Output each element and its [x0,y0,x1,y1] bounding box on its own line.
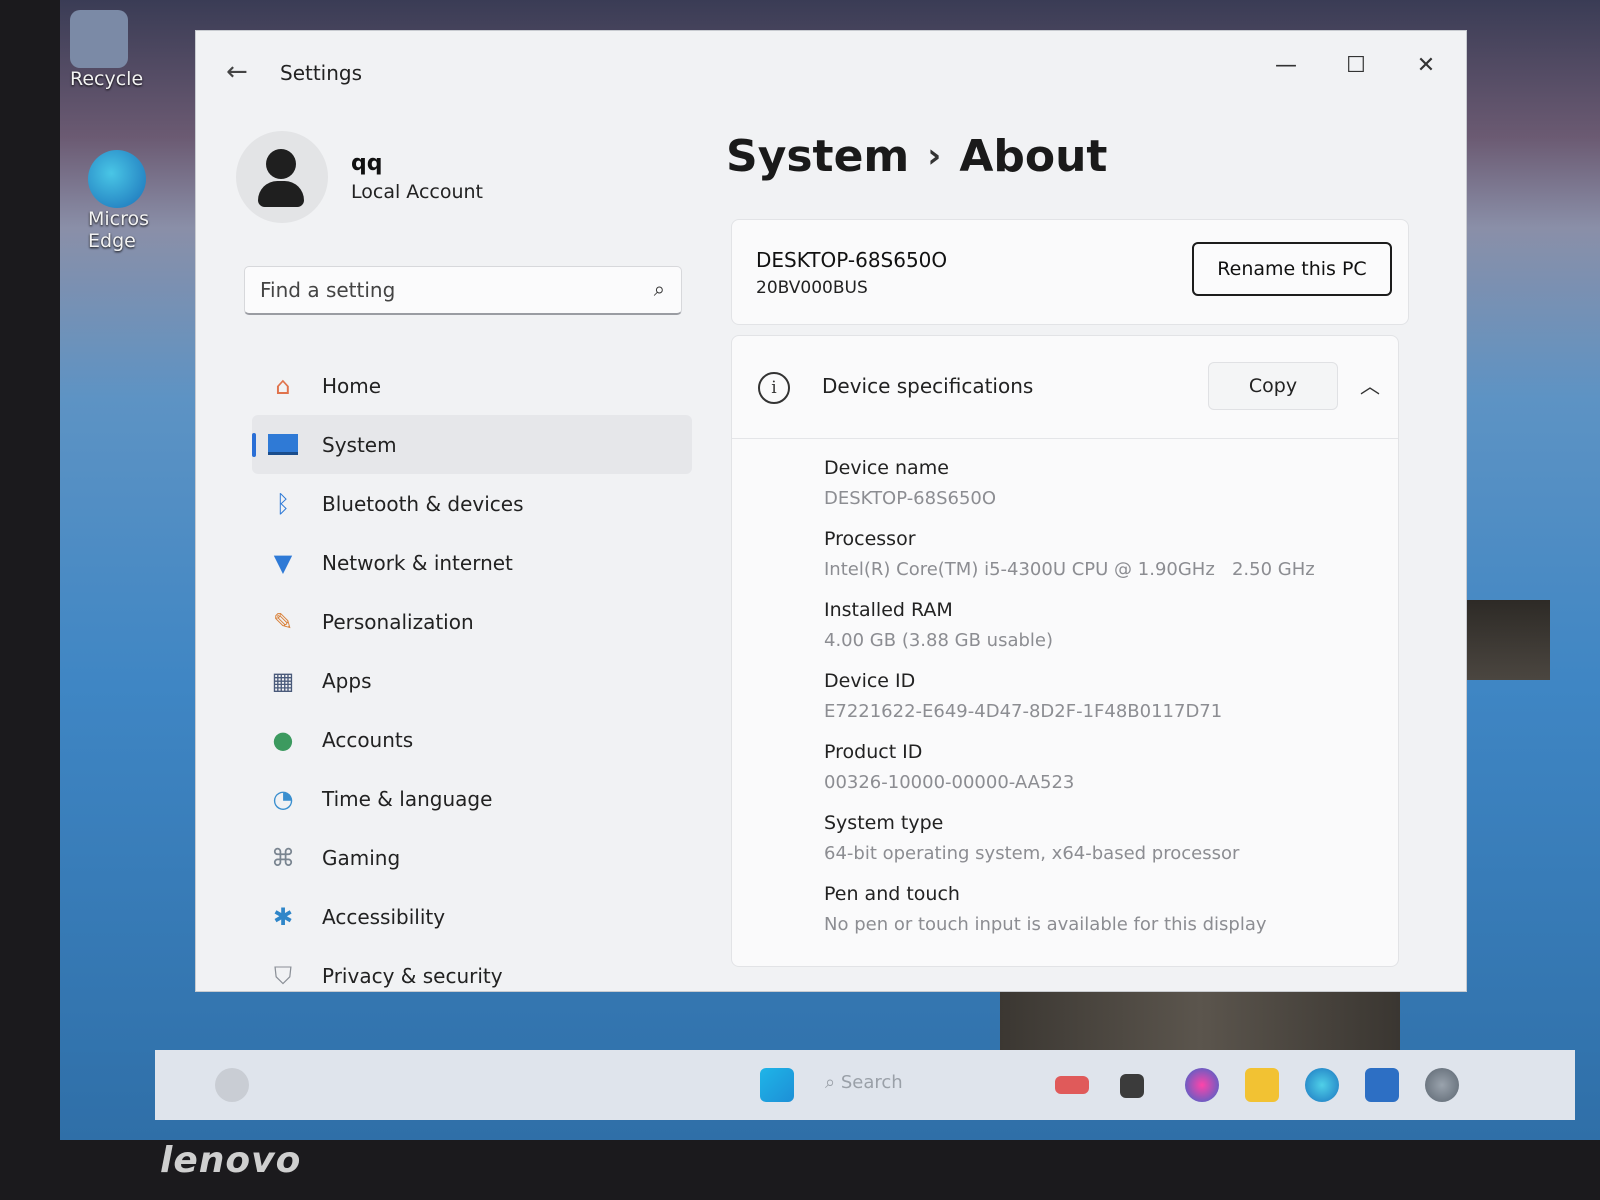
spec-key: Device name [824,457,949,479]
globe-clock-icon: ◔ [272,784,294,813]
sidebar-item-apps[interactable]: ▦ Apps [252,651,692,710]
account-type: Local Account [351,181,483,203]
sidebar-item-bluetooth[interactable]: ᛒ Bluetooth & devices [252,474,692,533]
breadcrumb-current: About [959,131,1108,182]
back-arrow-icon[interactable]: ← [226,57,248,87]
sidebar-item-home[interactable]: ⌂ Home [252,356,692,415]
taskbar: ⌕ Search [155,1050,1575,1120]
info-icon: i [758,372,790,404]
section-title: Device specifications [822,374,1034,398]
spec-key: Pen and touch [824,883,960,905]
spec-value: Intel(R) Core(TM) i5-4300U CPU @ 1.90GHz… [824,559,1315,580]
shield-icon: ⛉ [274,961,292,990]
sidebar-nav: ⌂ Home System ᛒ Bluetooth & devices ▼ Ne… [252,356,692,1005]
apps-icon: ▦ [271,666,295,695]
spec-value: DESKTOP-68S650O [824,488,997,509]
desktop-icon-label: Recycle [70,68,144,90]
spec-key: Processor [824,528,916,550]
edge-taskbar-icon[interactable] [1305,1068,1339,1102]
desktop-icon-label: Micros Edge [88,208,150,252]
spec-key: Product ID [824,741,923,763]
settings-window: ← Settings — ☐ ✕ qq Local Account Find a… [195,30,1467,992]
selection-indicator [252,433,256,457]
rename-pc-button[interactable]: Rename this PC [1192,242,1392,296]
spec-value: 4.00 GB (3.88 GB usable) [824,630,1053,651]
minimize-button[interactable]: — [1271,53,1301,78]
spec-row: System type 64-bit operating system, x64… [824,809,1384,871]
copy-button[interactable]: Copy [1208,362,1338,410]
system-icon [266,430,300,460]
taskbar-search[interactable]: ⌕ Search [825,1072,903,1093]
brush-icon: ✎ [272,607,294,636]
spec-key: Installed RAM [824,599,953,621]
spec-value: E7221622-E649-4D47-8D2F-1F48B0117D71 [824,701,1223,722]
bluetooth-icon: ᛒ [275,489,291,518]
pc-name-card: DESKTOP-68S650O 20BV000BUS Rename this P… [731,219,1409,325]
calendar-icon[interactable] [1055,1076,1089,1094]
spec-row: Device name DESKTOP-68S650O [824,454,1384,516]
edge-desktop-icon[interactable]: Micros Edge [88,150,149,252]
lenovo-logo: lenovo [160,1140,302,1181]
spec-row: Pen and touch No pen or touch input is a… [824,880,1384,942]
pc-model: 20BV000BUS [756,278,868,298]
app-title: Settings [280,61,363,85]
sidebar-item-gaming[interactable]: ⌘ Gaming [252,828,692,887]
pc-name: DESKTOP-68S650O [756,248,948,272]
spec-value: 64-bit operating system, x64-based proce… [824,843,1240,864]
search-icon: ⌕ [653,277,665,301]
accessibility-icon: ✱ [272,902,294,931]
spec-value: No pen or touch input is available for t… [824,914,1267,935]
spec-value: 00326-10000-00000-AA523 [824,772,1075,793]
device-specifications-card: i Device specifications Copy ︿ Device na… [731,335,1399,967]
home-icon: ⌂ [275,371,291,400]
sidebar-item-accessibility[interactable]: ✱ Accessibility [252,887,692,946]
file-explorer-icon[interactable] [1245,1068,1279,1102]
sidebar-item-personalization[interactable]: ✎ Personalization [252,592,692,651]
task-view-icon[interactable] [1120,1074,1144,1098]
widgets-icon[interactable] [215,1068,249,1102]
wifi-icon: ▼ [273,548,293,577]
chevron-up-icon[interactable]: ︿ [1360,370,1380,399]
search-placeholder: Find a setting [260,278,396,302]
copilot-icon[interactable] [1185,1068,1219,1102]
spec-row: Installed RAM 4.00 GB (3.88 GB usable) [824,596,1384,658]
spec-row: Product ID 00326-10000-00000-AA523 [824,738,1384,800]
recycle-bin-desktop-icon[interactable]: Recycle [70,10,143,90]
start-icon[interactable] [760,1068,794,1102]
user-name: qq [351,151,383,176]
accounts-icon: ● [272,725,294,754]
chevron-right-icon: › [927,136,942,176]
breadcrumb: System › About [726,131,1107,182]
settings-search-input[interactable]: Find a setting ⌕ [244,266,682,315]
desktop: Recycle Micros Edge ⌕ Search ← Settings … [60,0,1600,1140]
spec-list: Device name DESKTOP-68S650O Processor In… [824,454,1384,951]
recycle-bin-icon [70,10,128,68]
store-icon[interactable] [1365,1068,1399,1102]
sidebar-item-system[interactable]: System [252,415,692,474]
sidebar-item-accounts[interactable]: ● Accounts [252,710,692,769]
breadcrumb-parent[interactable]: System [726,131,909,182]
sidebar-item-privacy-security[interactable]: ⛉ Privacy & security [252,946,692,1005]
search-icon: ⌕ [825,1072,836,1093]
gamepad-icon: ⌘ [271,843,295,872]
sidebar-item-time-language[interactable]: ◔ Time & language [252,769,692,828]
spec-row: Device ID E7221622-E649-4D47-8D2F-1F48B0… [824,667,1384,729]
spec-row: Processor Intel(R) Core(TM) i5-4300U CPU… [824,525,1384,587]
spec-key: System type [824,812,944,834]
close-button[interactable]: ✕ [1411,53,1441,78]
maximize-button[interactable]: ☐ [1341,53,1371,78]
edge-icon [88,150,146,208]
settings-taskbar-icon[interactable] [1425,1068,1459,1102]
user-icon [266,149,296,179]
sidebar-item-network[interactable]: ▼ Network & internet [252,533,692,592]
title-bar: ← Settings — ☐ ✕ [196,31,1466,111]
device-specifications-header[interactable]: i Device specifications Copy ︿ [732,336,1398,439]
avatar[interactable] [236,131,328,223]
spec-key: Device ID [824,670,916,692]
